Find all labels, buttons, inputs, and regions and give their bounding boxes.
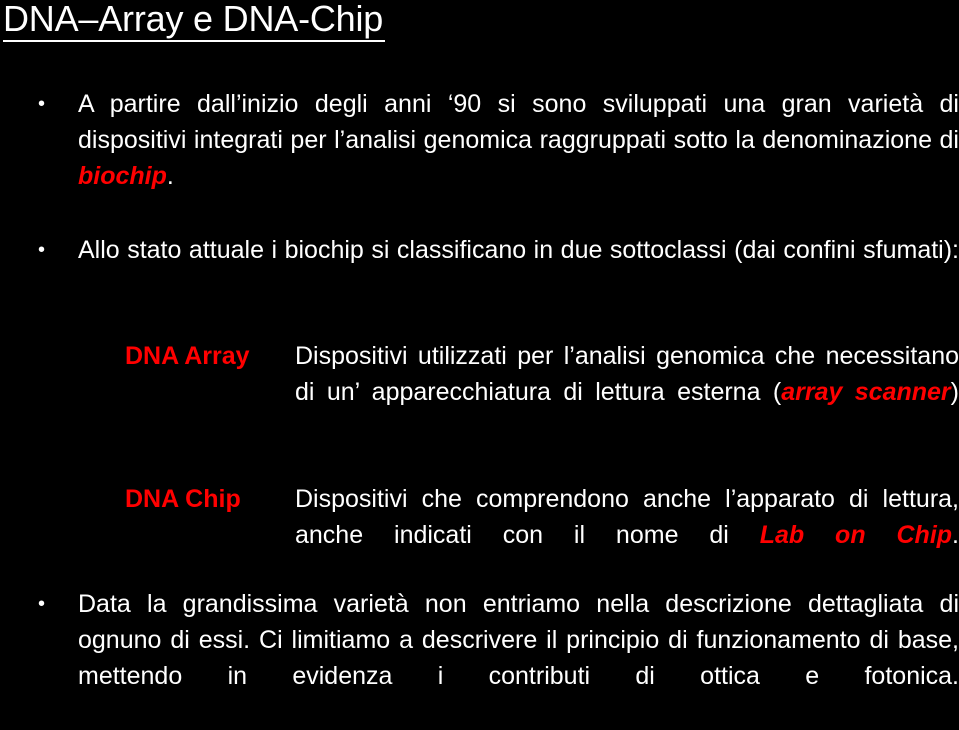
text-run: )	[950, 378, 959, 406]
definition-body-dna-chip: Dispositivi che comprendono anche l’appa…	[295, 481, 959, 589]
slide-canvas: DNA–Array e DNA-Chip • A partire dall’in…	[0, 0, 959, 690]
text-run: .	[952, 521, 959, 549]
emphasis-term: Lab on Chip	[759, 521, 953, 549]
bullet-dot-icon: •	[38, 239, 46, 261]
bullet-item-3: • Data la grandissima varietà non entria…	[0, 586, 959, 730]
definition-body-dna-array: Dispositivi utilizzati per l’analisi gen…	[295, 338, 959, 446]
bullet-text-1: A partire dall’inizio degli anni ‘90 si …	[78, 86, 959, 230]
page-title: DNA–Array e DNA-Chip	[3, 0, 386, 42]
text-run: Data la grandissima varietà non entriamo…	[78, 590, 959, 690]
emphasis-term: biochip	[78, 162, 167, 190]
definition-row-dna-array: DNA Array Dispositivi utilizzati per l’a…	[0, 338, 959, 446]
title-block: DNA–Array e DNA-Chip	[3, 0, 603, 42]
text-run: A partire dall’inizio degli anni ‘90 si …	[78, 90, 959, 154]
emphasis-term: array scanner	[781, 378, 951, 406]
bullet-dot-icon: •	[38, 593, 46, 615]
text-run: Allo stato attuale i biochip si classifi…	[78, 236, 959, 264]
bullet-dot-icon: •	[38, 93, 46, 115]
bullet-item-1: • A partire dall’inizio degli anni ‘90 s…	[0, 86, 959, 230]
bullet-item-2: • Allo stato attuale i biochip si classi…	[0, 232, 959, 304]
definition-label-dna-array: DNA Array	[125, 342, 250, 370]
bullet-text-2: Allo stato attuale i biochip si classifi…	[78, 232, 959, 304]
text-run: .	[166, 162, 174, 190]
definition-row-dna-chip: DNA Chip Dispositivi che comprendono anc…	[0, 481, 959, 589]
definition-label-dna-chip: DNA Chip	[125, 485, 241, 513]
bullet-text-3: Data la grandissima varietà non entriamo…	[78, 586, 959, 730]
